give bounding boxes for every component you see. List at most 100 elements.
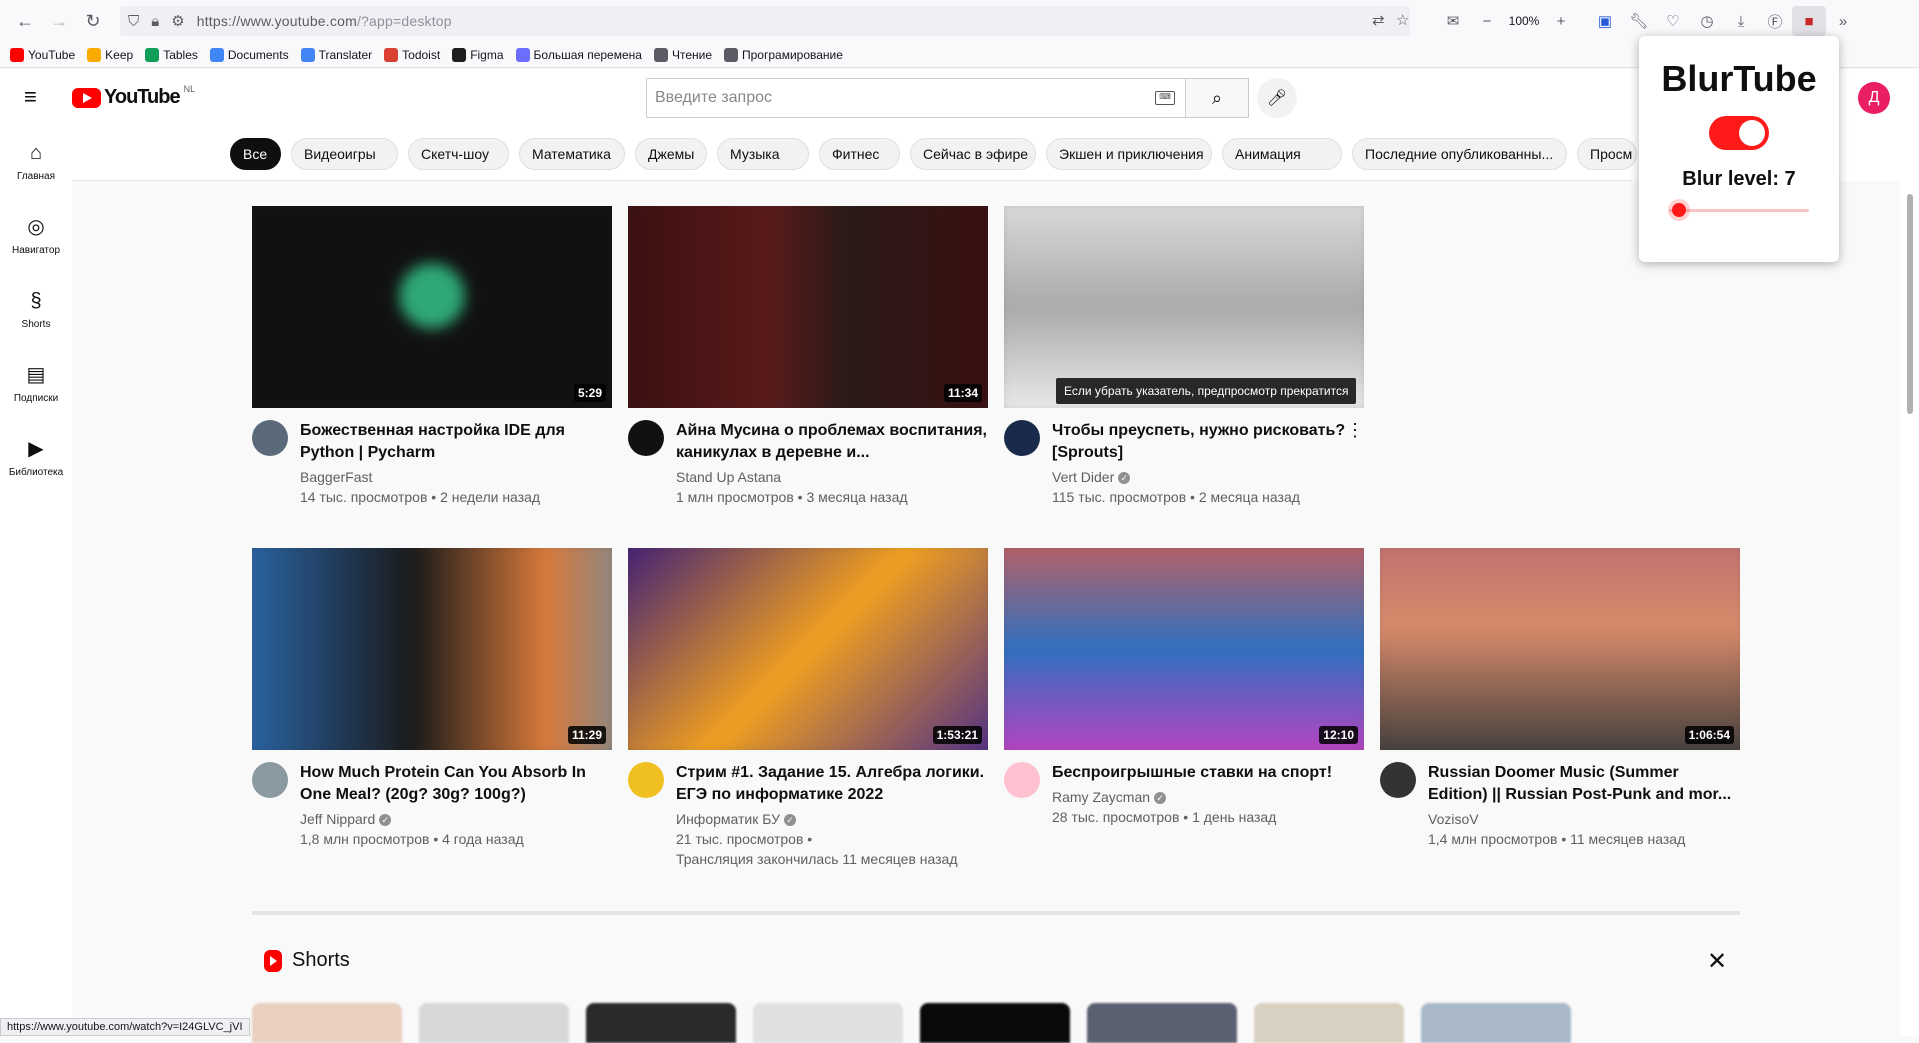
video-card[interactable]: 1:06:54 Russian Doomer Music (Summer Edit… <box>1380 548 1740 850</box>
back-icon[interactable]: ← <box>10 6 40 36</box>
channel-name[interactable]: Stand Up Astana <box>676 469 781 485</box>
more-options-icon[interactable]: ⋮ <box>1346 420 1364 441</box>
guide-item-library[interactable]: ▶ Библиотека <box>0 421 72 495</box>
blurtube-extension-icon[interactable]: ■ <box>1792 6 1826 36</box>
short-thumbnail[interactable] <box>252 1003 402 1043</box>
bookmark-item[interactable]: Figma <box>452 47 504 62</box>
video-thumbnail[interactable]: 11:29 <box>252 548 612 750</box>
search-button[interactable]: ⌕ <box>1185 78 1249 118</box>
short-thumbnail[interactable] <box>1254 1003 1404 1043</box>
account-avatar[interactable]: Д <box>1858 82 1890 114</box>
channel-avatar[interactable] <box>1380 762 1416 798</box>
bookmark-item[interactable]: Чтение <box>653 47 712 62</box>
filter-chip[interactable]: Математика <box>519 138 625 170</box>
channel-name[interactable]: Jeff Nippard <box>300 811 375 827</box>
bookmark-item[interactable]: YouTube <box>10 47 75 62</box>
filter-chip[interactable]: Музыка <box>717 138 809 170</box>
url-text[interactable]: https://www.youtube.com/?app=desktop <box>197 13 452 29</box>
filter-chip[interactable]: Экшен и приключения <box>1046 138 1212 170</box>
voice-search-button[interactable]: 🎤︎ <box>1257 78 1297 118</box>
filter-chip[interactable]: Сейчас в эфире <box>910 138 1036 170</box>
video-title[interactable]: How Much Protein Can You Absorb In One M… <box>300 762 612 806</box>
bookmark-item[interactable]: Todoist <box>384 47 440 62</box>
video-card[interactable]: 5:29 Божественная настройка IDE для Pytho… <box>252 206 612 508</box>
filter-chip[interactable]: Видеоигры <box>291 138 398 170</box>
video-title[interactable]: Russian Doomer Music (Summer Edition) ||… <box>1428 762 1740 806</box>
channel-avatar[interactable] <box>628 762 664 798</box>
channel-avatar[interactable] <box>252 420 288 456</box>
video-title[interactable]: Стрим #1. Задание 15. Алгебра логики. ЕГ… <box>676 762 988 806</box>
wrench-icon[interactable]: 🔧︎ <box>1622 6 1656 36</box>
channel-avatar[interactable] <box>252 762 288 798</box>
channel-name[interactable]: Ramy Zaycman <box>1052 789 1150 805</box>
video-title[interactable]: Айна Мусина о проблемах воспитания, кани… <box>676 420 988 464</box>
permissions-icon[interactable]: ⚙ <box>171 12 184 30</box>
shield-icon[interactable]: ⛉ <box>128 13 139 30</box>
bookmark-item[interactable]: Большая перемена <box>515 47 642 62</box>
youtube-logo[interactable]: YouTube NL <box>72 84 195 109</box>
reload-icon[interactable]: ↻ <box>78 6 108 36</box>
video-card[interactable]: Чтобы преуспеть, нужно рисковать? [Sprou… <box>1004 206 1364 508</box>
pocket-icon[interactable]: ♡ <box>1656 6 1690 36</box>
short-thumbnail[interactable] <box>753 1003 903 1043</box>
video-thumbnail[interactable]: 12:10 <box>1004 548 1364 750</box>
guide-item-shorts[interactable]: § Shorts <box>0 273 72 347</box>
download-icon[interactable]: ⤓ <box>1724 6 1758 36</box>
channel-name[interactable]: Vert Dider <box>1052 469 1114 485</box>
video-thumbnail[interactable]: 1:53:21 <box>628 548 988 750</box>
zoom-out-icon[interactable]: − <box>1470 6 1504 36</box>
zoom-in-icon[interactable]: + <box>1544 6 1578 36</box>
video-title[interactable]: Чтобы преуспеть, нужно рисковать? [Sprou… <box>1052 420 1364 464</box>
video-card[interactable]: 1:53:21 Стрим #1. Задание 15. Алгебра лог… <box>628 548 988 867</box>
short-thumbnail[interactable] <box>586 1003 736 1043</box>
filter-chip[interactable]: Просм <box>1577 138 1637 170</box>
short-thumbnail[interactable] <box>1421 1003 1571 1043</box>
slider-handle[interactable] <box>1671 203 1686 217</box>
menu-icon[interactable]: ≡ <box>24 86 48 108</box>
search-box[interactable]: ⌨ <box>646 78 1186 118</box>
keyboard-icon[interactable]: ⌨ <box>1155 91 1175 105</box>
short-thumbnail[interactable] <box>920 1003 1070 1043</box>
channel-avatar[interactable] <box>1004 420 1040 456</box>
extension-icon-f[interactable]: Ⓕ <box>1758 6 1792 36</box>
bookmark-item[interactable]: Tables <box>145 47 198 62</box>
filter-chip[interactable]: Скетч-шоу <box>408 138 509 170</box>
video-thumbnail[interactable]: 5:29 <box>252 206 612 408</box>
search-input[interactable] <box>655 89 1135 107</box>
channel-name[interactable]: Информатик БУ <box>676 811 780 827</box>
mail-icon[interactable]: ✉ <box>1436 6 1470 36</box>
video-title[interactable]: Божественная настройка IDE для Python | … <box>300 420 612 464</box>
lock-icon[interactable]: 🔒︎ <box>151 13 159 30</box>
channel-avatar[interactable] <box>1004 762 1040 798</box>
guide-item-compass[interactable]: ◎ Навигатор <box>0 199 72 273</box>
video-card[interactable]: 11:29 How Much Protein Can You Absorb In … <box>252 548 612 850</box>
filter-chip[interactable]: Джемы <box>635 138 707 170</box>
filter-chip[interactable]: Фитнес <box>819 138 900 170</box>
close-icon[interactable]: ✕ <box>1707 947 1727 976</box>
short-thumbnail[interactable] <box>419 1003 569 1043</box>
bookmark-item[interactable]: Documents <box>209 47 289 62</box>
blur-level-slider[interactable] <box>1669 203 1809 217</box>
bookmark-item[interactable]: Translater <box>300 47 372 62</box>
bookmark-star-icon[interactable]: ☆ <box>1396 11 1409 29</box>
channel-name[interactable]: VozisoV <box>1428 811 1479 827</box>
filter-chip[interactable]: Все <box>230 138 281 170</box>
filter-chip[interactable]: Анимация <box>1222 138 1342 170</box>
video-card[interactable]: 11:34 Айна Мусина о проблемах воспитания,… <box>628 206 988 508</box>
bookmark-item[interactable]: Програмирование <box>724 47 843 62</box>
video-title[interactable]: Беспроигрышные ставки на спорт! <box>1052 762 1364 784</box>
guide-item-home[interactable]: ⌂ Главная <box>0 125 72 199</box>
filter-chip[interactable]: Последние опубликованны... <box>1352 138 1567 170</box>
blur-toggle[interactable] <box>1709 116 1769 150</box>
forward-icon[interactable]: → <box>44 6 74 36</box>
url-bar[interactable]: ⛉ 🔒︎ ⚙ https://www.youtube.com/?app=desk… <box>120 6 1410 36</box>
video-thumbnail[interactable]: 1:06:54 <box>1380 548 1740 750</box>
zoom-level[interactable]: 100% <box>1504 14 1544 28</box>
short-thumbnail[interactable] <box>1087 1003 1237 1043</box>
translate-icon[interactable]: ⇄ <box>1372 11 1385 29</box>
video-thumbnail[interactable]: 11:34 <box>628 206 988 408</box>
page-scrollbar[interactable] <box>1907 194 1913 414</box>
extension-icon-1[interactable]: ▣ <box>1588 6 1622 36</box>
video-card[interactable]: 12:10 Беспроигрышные ставки на спорт! Ramy… <box>1004 548 1364 850</box>
guide-item-subscriptions[interactable]: ▤ Подписки <box>0 347 72 421</box>
